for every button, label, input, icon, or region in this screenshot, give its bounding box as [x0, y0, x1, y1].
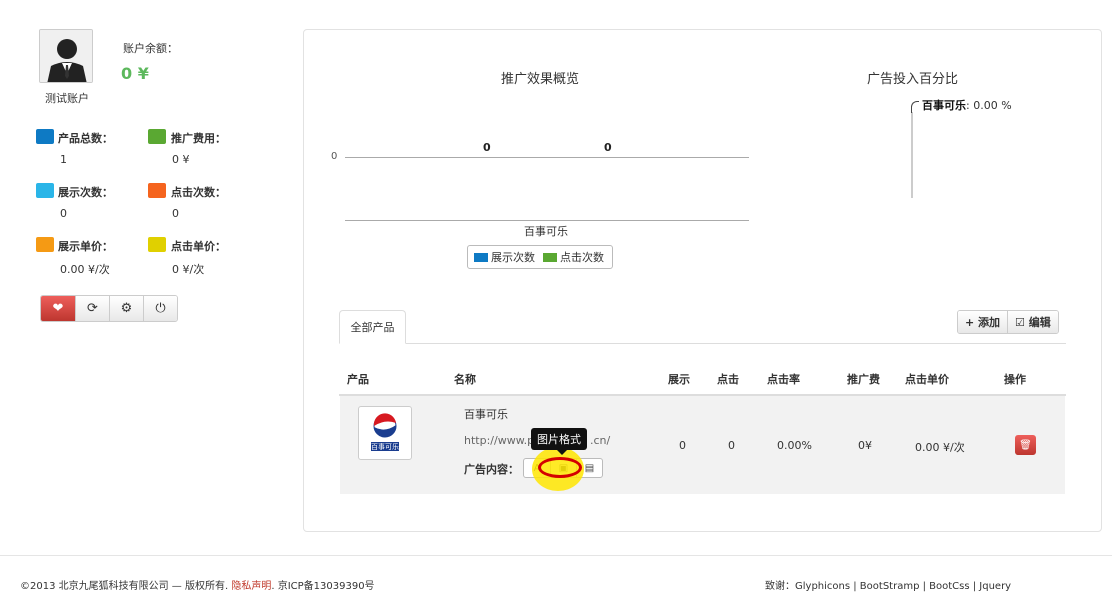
power-icon[interactable]: ⏻	[143, 296, 177, 321]
impressions-label: 展示次数：	[58, 186, 113, 199]
legend-clicks-label: 点击次数	[560, 251, 604, 264]
impressions-bar-value: 0	[483, 141, 491, 154]
product-name[interactable]: 百事可乐	[464, 406, 508, 422]
click-price-value: 0 ¥/次	[172, 263, 205, 276]
click-price-swatch	[148, 237, 166, 252]
impressions-swatch	[36, 183, 54, 198]
overview-legend: 展示次数 点击次数	[467, 245, 613, 269]
add-button[interactable]: + 添加	[958, 311, 1008, 333]
privacy-link[interactable]: 隐私声明	[231, 581, 271, 592]
balance-label: 账户余额：	[123, 42, 178, 55]
col-actions: 操作	[1004, 373, 1026, 386]
pie-chart-title: 广告投入百分比	[867, 72, 959, 87]
user-avatar	[39, 29, 93, 83]
col-name: 名称	[454, 373, 476, 386]
heart-icon[interactable]: ❤	[41, 296, 75, 321]
row-clicks: 0	[728, 439, 735, 452]
col-cpc: 点击单价	[905, 373, 949, 386]
icp-text: . 京ICP备13039390号	[271, 581, 375, 592]
overview-y-zero: 0	[331, 151, 338, 162]
footer-thanks: 致谢：Glyphicons | BootStramp | BootCss | J…	[765, 581, 1012, 592]
clicks-value: 0	[172, 207, 179, 220]
col-impressions: 展示	[668, 373, 690, 386]
product-url-start[interactable]: http://www.p	[464, 434, 534, 447]
footer-copyright: ©2013 北京九尾狐科技有限公司 — 版权所有. 隐私声明. 京ICP备130…	[20, 577, 375, 592]
refresh-icon[interactable]: ⟳	[75, 296, 109, 321]
tab-all-products[interactable]: 全部产品	[339, 310, 406, 344]
impression-price-swatch	[36, 237, 54, 252]
trash-icon: 🗑	[1019, 439, 1032, 451]
pie-slice-value: : 0.00 %	[966, 99, 1012, 112]
row-cpc: 0.00 ¥/次	[915, 441, 965, 454]
col-clicks: 点击	[717, 373, 739, 386]
pie-slice-name: 百事可乐	[922, 99, 966, 112]
impressions-value: 0	[60, 207, 67, 220]
clicks-bar-value: 0	[604, 141, 612, 154]
col-product: 产品	[347, 373, 369, 386]
overview-zero-line	[345, 157, 749, 158]
promo-cost-value: 0 ¥	[172, 153, 190, 166]
overview-x-axis	[345, 220, 749, 221]
copyright-text: ©2013 北京九尾狐科技有限公司 — 版权所有.	[20, 581, 232, 592]
tab-divider	[339, 343, 1066, 344]
promo-cost-swatch	[148, 129, 166, 144]
pie-connector	[911, 101, 919, 113]
ad-content-label: 广告内容：	[464, 463, 519, 476]
pie-slice-line	[911, 112, 913, 198]
row-cost: 0¥	[858, 439, 872, 452]
legend-impressions-swatch	[474, 252, 488, 262]
clicks-label: 点击次数：	[171, 186, 226, 199]
account-toolbar: ❤ ⟳ ⚙ ⏻	[40, 295, 178, 322]
col-ctr: 点击率	[767, 373, 800, 386]
click-price-label: 点击单价：	[171, 240, 226, 253]
delete-button[interactable]: 🗑	[1015, 435, 1036, 455]
row-impressions: 0	[679, 439, 686, 452]
promo-cost-label: 推广费用：	[171, 132, 226, 145]
impression-price-label: 展示单价：	[58, 240, 113, 253]
footer-divider	[0, 555, 1112, 556]
impression-price-value: 0.00 ¥/次	[60, 263, 110, 276]
products-count-label: 产品总数：	[58, 132, 113, 145]
products-count-value: 1	[60, 153, 67, 166]
overview-chart-title: 推广效果概览	[501, 72, 580, 87]
row-ctr: 0.00%	[777, 439, 812, 452]
legend-impressions-label: 展示次数	[491, 251, 535, 264]
username: 测试账户	[45, 92, 89, 105]
clicks-swatch	[148, 183, 166, 198]
gear-icon[interactable]: ⚙	[109, 296, 143, 321]
legend-clicks-swatch	[543, 252, 557, 262]
balance-value: 0 ¥	[121, 64, 149, 83]
edit-button[interactable]: ☑ 编辑	[1007, 311, 1058, 333]
logo-text: 百事可乐	[371, 442, 399, 451]
image-format-tooltip: 图片格式	[531, 428, 587, 455]
click-ring	[538, 457, 582, 478]
products-count-swatch	[36, 129, 54, 144]
product-logo: 百事可乐	[358, 406, 412, 460]
overview-category-label: 百事可乐	[524, 225, 568, 238]
product-actions: + 添加 ☑ 编辑	[957, 310, 1059, 334]
col-cost: 推广费	[847, 373, 880, 386]
product-url-end[interactable]: .cn/	[590, 434, 610, 447]
pie-slice-label: 百事可乐: 0.00 %	[922, 97, 1012, 113]
